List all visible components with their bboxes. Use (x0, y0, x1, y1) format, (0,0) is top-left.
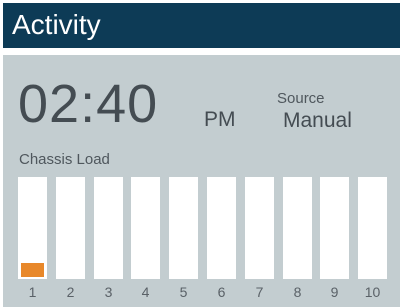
load-bar-number: 2 (66, 284, 75, 300)
load-bar-number: 8 (293, 284, 302, 300)
load-bar-number: 9 (330, 284, 339, 300)
load-bar-5 (169, 177, 198, 279)
load-bar-7 (245, 177, 274, 279)
load-bar-8 (283, 177, 312, 279)
load-bar-1 (18, 177, 47, 279)
load-bar-10 (358, 177, 387, 279)
chassis-load-label: Chassis Load (19, 151, 110, 168)
load-bar-6 (207, 177, 236, 279)
header-bar: Activity (3, 3, 400, 48)
load-bar-4 (131, 177, 160, 279)
load-bar-number: 6 (217, 284, 226, 300)
load-bar-number: 10 (364, 284, 381, 300)
load-bar-number: 1 (28, 284, 37, 300)
source-label: Source (277, 90, 325, 107)
load-bar-2 (56, 177, 85, 279)
clock-time: 02:40 (18, 74, 159, 134)
clock-meridiem: PM (204, 108, 236, 131)
activity-panel: 02:40 PM Source Manual Chassis Load 1 2 3 4… (3, 55, 400, 307)
load-bar-3 (94, 177, 123, 279)
source-value: Manual (283, 109, 352, 132)
load-bar-number: 3 (104, 284, 113, 300)
load-bar-9 (320, 177, 349, 279)
load-bar-fill-1 (21, 263, 44, 277)
load-bar-number: 4 (141, 284, 150, 300)
load-bar-number: 7 (255, 284, 264, 300)
page-title: Activity (12, 9, 101, 40)
load-bar-number: 5 (179, 284, 188, 300)
